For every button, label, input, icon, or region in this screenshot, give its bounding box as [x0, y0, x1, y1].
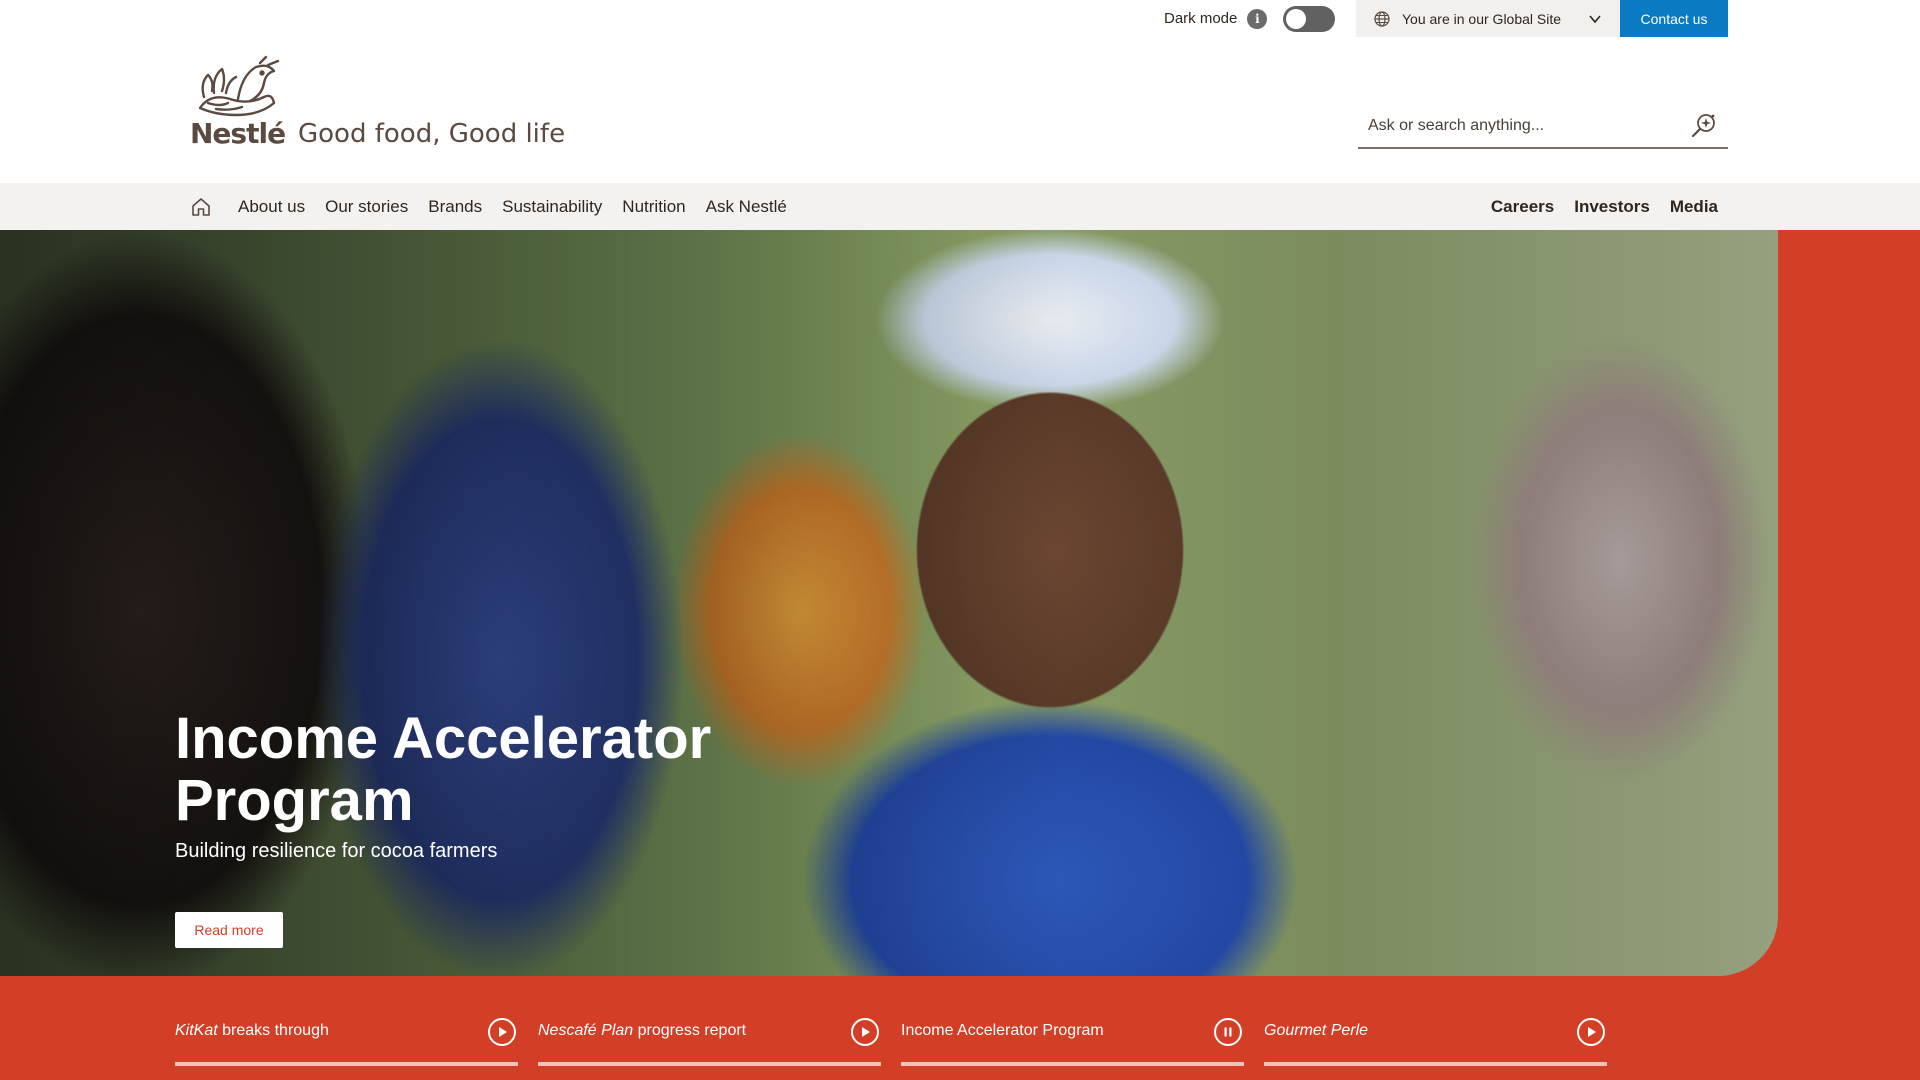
dark-mode-toggle[interactable] — [1283, 5, 1336, 32]
nav-nutrition[interactable]: Nutrition — [622, 197, 685, 217]
site-selector[interactable]: You are in our Global Site — [1356, 0, 1620, 37]
story-tab[interactable]: Nescafé Plan progress report — [538, 1010, 881, 1066]
main-nav: About us Our stories Brands Sustainabili… — [0, 183, 1920, 230]
primary-nav: About us Our stories Brands Sustainabili… — [190, 183, 787, 230]
globe-icon — [1374, 10, 1390, 27]
story-progress-bar — [175, 1062, 518, 1066]
story-tab[interactable]: Income Accelerator Program — [901, 1010, 1244, 1066]
nav-about-us[interactable]: About us — [238, 197, 305, 217]
nav-media[interactable]: Media — [1670, 197, 1718, 217]
contact-us-button[interactable]: Contact us — [1620, 0, 1728, 37]
toggle-knob — [1286, 8, 1307, 29]
utility-bar: Dark mode i You are in our Global Site C… — [0, 0, 1920, 37]
brand-tagline: Good food, Good life — [298, 119, 566, 149]
nav-brands[interactable]: Brands — [428, 197, 482, 217]
brand-wordmark: Nestlé — [190, 117, 286, 150]
play-icon[interactable] — [851, 1018, 879, 1046]
story-progress-bar — [1264, 1062, 1607, 1066]
hero-overlay — [0, 230, 1778, 976]
search-input[interactable] — [1368, 117, 1690, 135]
search-bar — [1358, 105, 1728, 149]
ai-search-icon[interactable] — [1690, 112, 1718, 140]
home-icon[interactable] — [190, 196, 212, 218]
dark-mode-label: Dark mode — [1164, 10, 1238, 27]
nav-careers[interactable]: Careers — [1491, 197, 1554, 217]
story-tab-label: Gourmet Perle — [1264, 1022, 1369, 1039]
pause-icon[interactable] — [1214, 1018, 1242, 1046]
story-tab-label: KitKat breaks through — [175, 1022, 329, 1039]
story-progress-bar — [901, 1062, 1244, 1066]
nav-our-stories[interactable]: Our stories — [325, 197, 408, 217]
story-tabs: KitKat breaks through Nescafé Plan progr… — [175, 1010, 1609, 1066]
nav-sustainability[interactable]: Sustainability — [502, 197, 602, 217]
play-icon[interactable] — [488, 1018, 516, 1046]
hero-subtitle: Building resilience for cocoa farmers — [175, 840, 498, 862]
site-selector-label: You are in our Global Site — [1402, 10, 1562, 27]
play-icon[interactable] — [1577, 1018, 1605, 1046]
info-icon[interactable]: i — [1247, 8, 1268, 29]
nav-investors[interactable]: Investors — [1574, 197, 1650, 217]
story-progress-bar — [538, 1062, 881, 1066]
secondary-nav: Careers Investors Media — [1491, 183, 1718, 230]
dark-mode-control: Dark mode i — [1150, 0, 1350, 37]
story-tab-label: Income Accelerator Program — [901, 1022, 1104, 1039]
story-tab[interactable]: Gourmet Perle — [1264, 1010, 1607, 1066]
story-tab[interactable]: KitKat breaks through — [175, 1010, 518, 1066]
hero-title: Income Accelerator Program — [175, 706, 712, 833]
read-more-button[interactable]: Read more — [175, 912, 283, 948]
hero-image: Income Accelerator Program Building resi… — [0, 230, 1778, 976]
chevron-down-icon — [1589, 14, 1601, 23]
nav-ask-nestle[interactable]: Ask Nestlé — [706, 197, 787, 217]
site-header: Nestlé Good food, Good life — [0, 37, 1920, 183]
story-tab-label: Nescafé Plan progress report — [538, 1022, 747, 1039]
